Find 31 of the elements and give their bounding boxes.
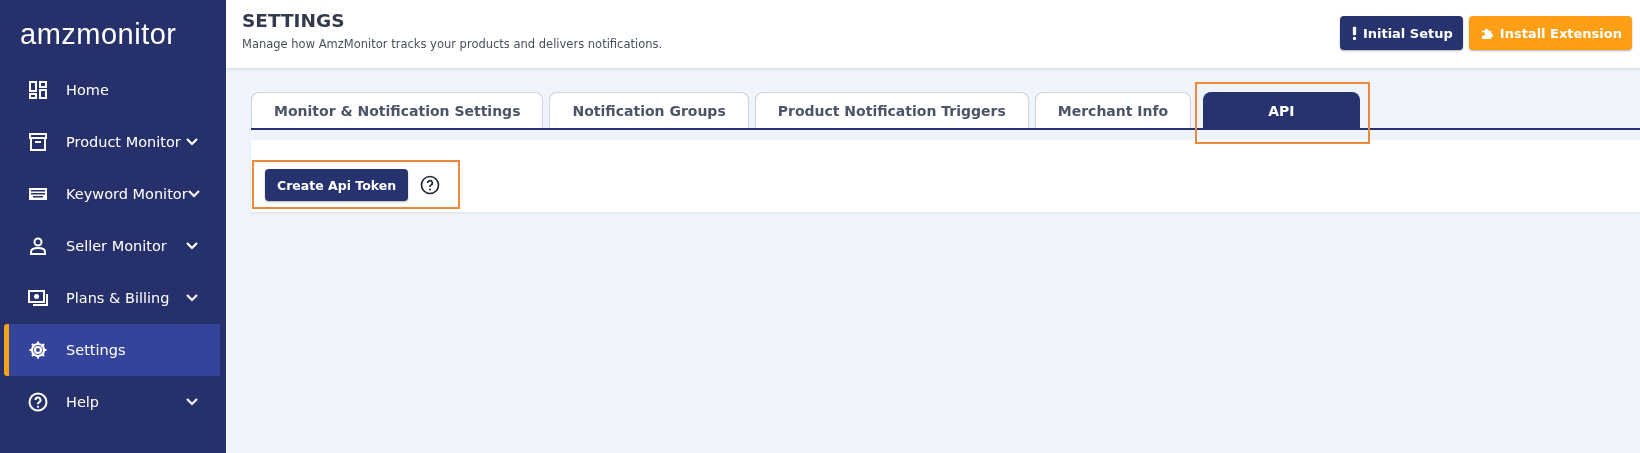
page-title: SETTINGS (242, 10, 346, 31)
exclamation-icon (1351, 25, 1357, 41)
page-subtitle: Manage how AmzMonitor tracks your products and delivers notifications. (242, 37, 663, 51)
tab[interactable]: Merchant Info (1034, 92, 1192, 128)
tab[interactable]: Monitor & Notification Settings (251, 92, 544, 128)
sidebar-item[interactable]: Plans & Billing (4, 272, 220, 324)
create-token-button[interactable]: Create Api Token (265, 169, 409, 201)
sidebar-item[interactable]: Seller Monitor (4, 220, 220, 272)
chevron-down-icon (186, 398, 198, 406)
person-icon (28, 236, 48, 256)
help-icon[interactable] (420, 175, 441, 195)
puzzle-icon (1480, 26, 1494, 40)
sidebar-item[interactable]: Product Monitor (4, 116, 220, 168)
chevron-down-icon (187, 190, 200, 198)
setup-button[interactable]: Initial Setup (1339, 16, 1463, 50)
tab[interactable]: Product Notification Triggers (754, 92, 1029, 128)
tab[interactable]: Notification Groups (549, 92, 749, 128)
logo: amzmonitor (19, 17, 178, 52)
sidebar-item[interactable]: Keyword Monitor (4, 168, 220, 220)
grid-icon (28, 80, 48, 100)
sidebar-item[interactable]: Help (4, 376, 220, 428)
chevron-down-icon (186, 242, 198, 250)
sidebar-item[interactable]: Settings (4, 324, 220, 376)
banknote-icon (28, 288, 48, 308)
sidebar-item[interactable]: Home (4, 64, 220, 116)
archive-box-icon (28, 132, 48, 152)
chevron-down-icon (186, 138, 198, 146)
tab[interactable]: API (1203, 92, 1360, 128)
settings-icon (28, 340, 48, 360)
help-icon (28, 392, 48, 412)
chevron-down-icon (186, 294, 198, 302)
